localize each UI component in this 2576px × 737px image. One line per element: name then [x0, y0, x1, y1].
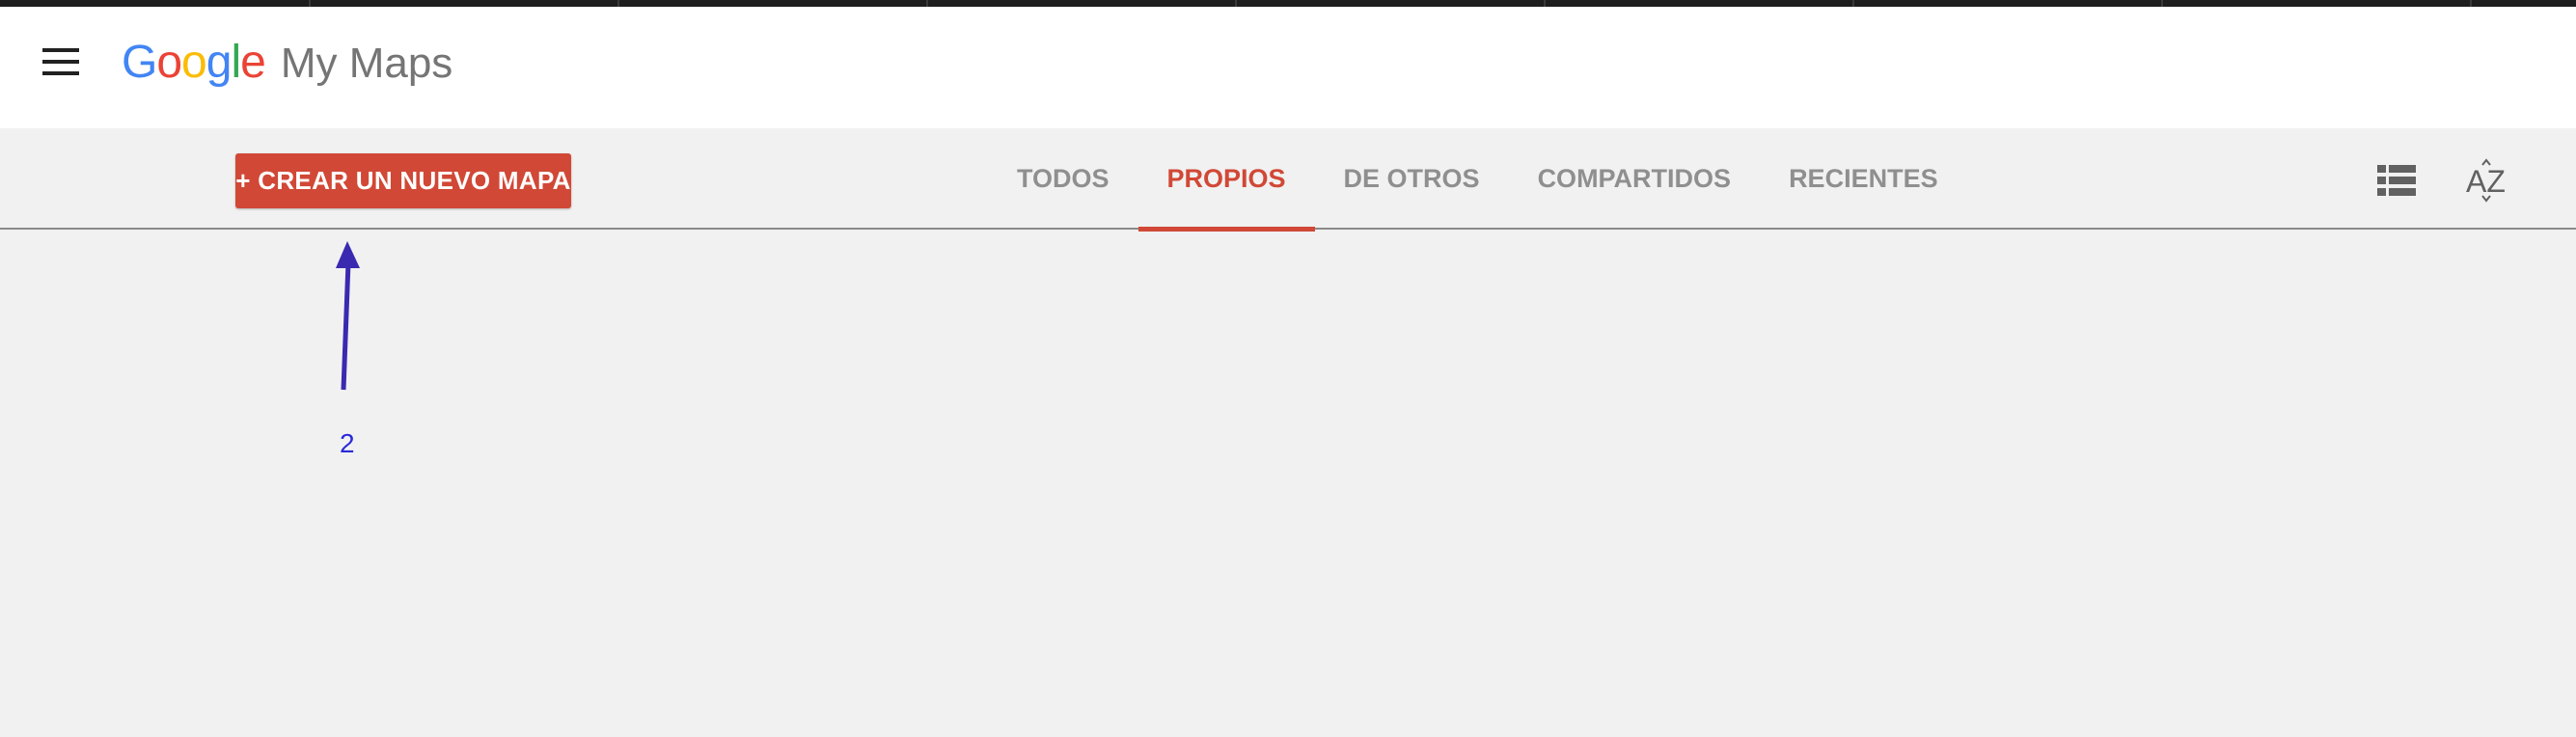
- tab-de-otros[interactable]: DE OTROS: [1315, 128, 1509, 230]
- google-logo-letter: l: [231, 37, 241, 88]
- tab-separator: [2470, 0, 2472, 7]
- app-header: Google My Maps: [0, 7, 2576, 128]
- tab-separator: [617, 0, 619, 7]
- product-name: My Maps: [280, 40, 453, 87]
- google-logo-letter: g: [206, 37, 233, 88]
- tab-separator: [2161, 0, 2163, 7]
- google-logo-letter: G: [122, 37, 157, 88]
- tab-separator: [1235, 0, 1237, 7]
- sort-az-icon[interactable]: AZ: [2466, 157, 2510, 204]
- tab-propios[interactable]: PROPIOS: [1137, 128, 1315, 232]
- hamburger-menu-icon[interactable]: [39, 48, 83, 83]
- annotation-label: 2: [340, 428, 355, 458]
- google-logo-letter: e: [240, 37, 266, 88]
- annotation-arrow-line: [341, 261, 351, 391]
- tab-separator: [309, 0, 311, 7]
- tab-todos[interactable]: TODOS: [988, 128, 1138, 230]
- tab-separator: [1852, 0, 1854, 7]
- tab-separator: [926, 0, 928, 7]
- filter-tabs: TODOS PROPIOS DE OTROS COMPARTIDOS RECIE…: [988, 128, 1967, 232]
- annotation-arrow-head: [336, 241, 360, 268]
- google-logo-letter: o: [156, 37, 182, 88]
- tab-separator: [1544, 0, 1546, 7]
- browser-tab-strip: [0, 0, 2576, 7]
- tab-recientes[interactable]: RECIENTES: [1760, 128, 1967, 230]
- sort-label: AZ: [2466, 164, 2506, 199]
- app-logo[interactable]: Google My Maps: [122, 36, 452, 97]
- toolbar: + CREAR UN NUEVO MAPA TODOS PROPIOS DE O…: [0, 128, 2576, 232]
- tab-compartidos[interactable]: COMPARTIDOS: [1509, 128, 1761, 230]
- google-logo-letter: o: [181, 37, 207, 88]
- google-logo: Google: [122, 36, 266, 89]
- create-new-map-button[interactable]: + CREAR UN NUEVO MAPA: [235, 153, 571, 208]
- list-view-icon[interactable]: [2377, 165, 2416, 196]
